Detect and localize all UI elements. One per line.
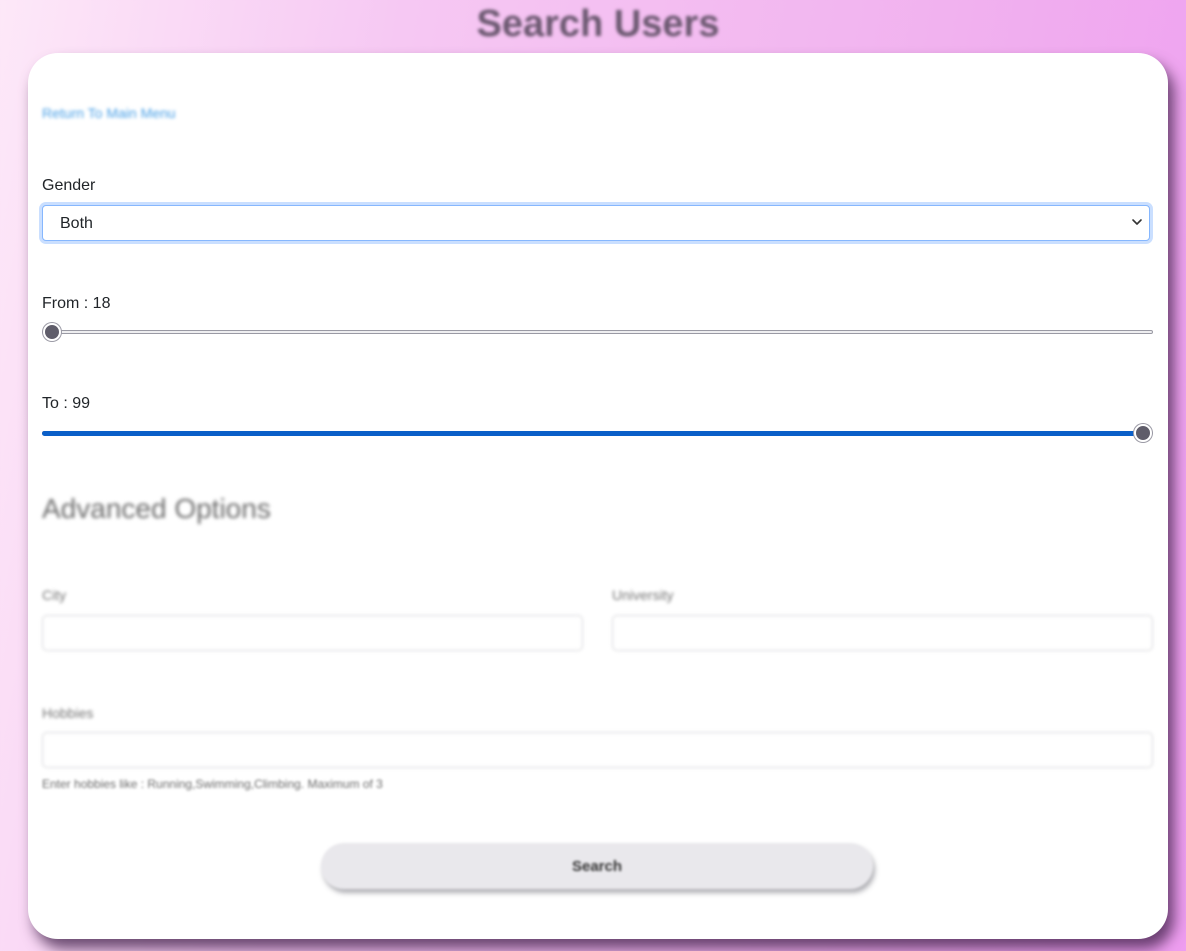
- age-from-slider-thumb[interactable]: [43, 323, 61, 341]
- page-title: Search Users: [476, 3, 720, 45]
- age-to-slider[interactable]: [42, 424, 1153, 444]
- advanced-options-heading: Advanced Options: [42, 493, 271, 524]
- age-to-label: To : 99: [42, 395, 91, 412]
- university-input[interactable]: [612, 615, 1153, 651]
- hobbies-hint: Enter hobbies like : Running,Swimming,Cl…: [42, 777, 383, 791]
- hobbies-label: Hobbies: [42, 705, 94, 721]
- search-form-card: Return To Main Menu Gender Both From : 1…: [28, 53, 1168, 939]
- age-to-slider-thumb[interactable]: [1134, 424, 1152, 442]
- city-label: City: [42, 587, 67, 603]
- gender-select-value: Both: [60, 215, 93, 232]
- age-from-slider[interactable]: [42, 323, 1153, 343]
- age-to-slider-fill: [42, 431, 1143, 436]
- university-label: University: [612, 587, 674, 603]
- city-input[interactable]: [42, 615, 583, 651]
- chevron-down-icon: [1132, 219, 1142, 225]
- age-from-label: From : 18: [42, 295, 111, 312]
- gender-label: Gender: [42, 177, 96, 194]
- gender-select[interactable]: Both: [42, 205, 1150, 241]
- hobbies-input[interactable]: [42, 732, 1153, 768]
- age-from-slider-track: [42, 330, 1153, 334]
- search-button[interactable]: Search: [321, 843, 873, 889]
- return-to-main-menu-link[interactable]: Return To Main Menu: [42, 105, 176, 121]
